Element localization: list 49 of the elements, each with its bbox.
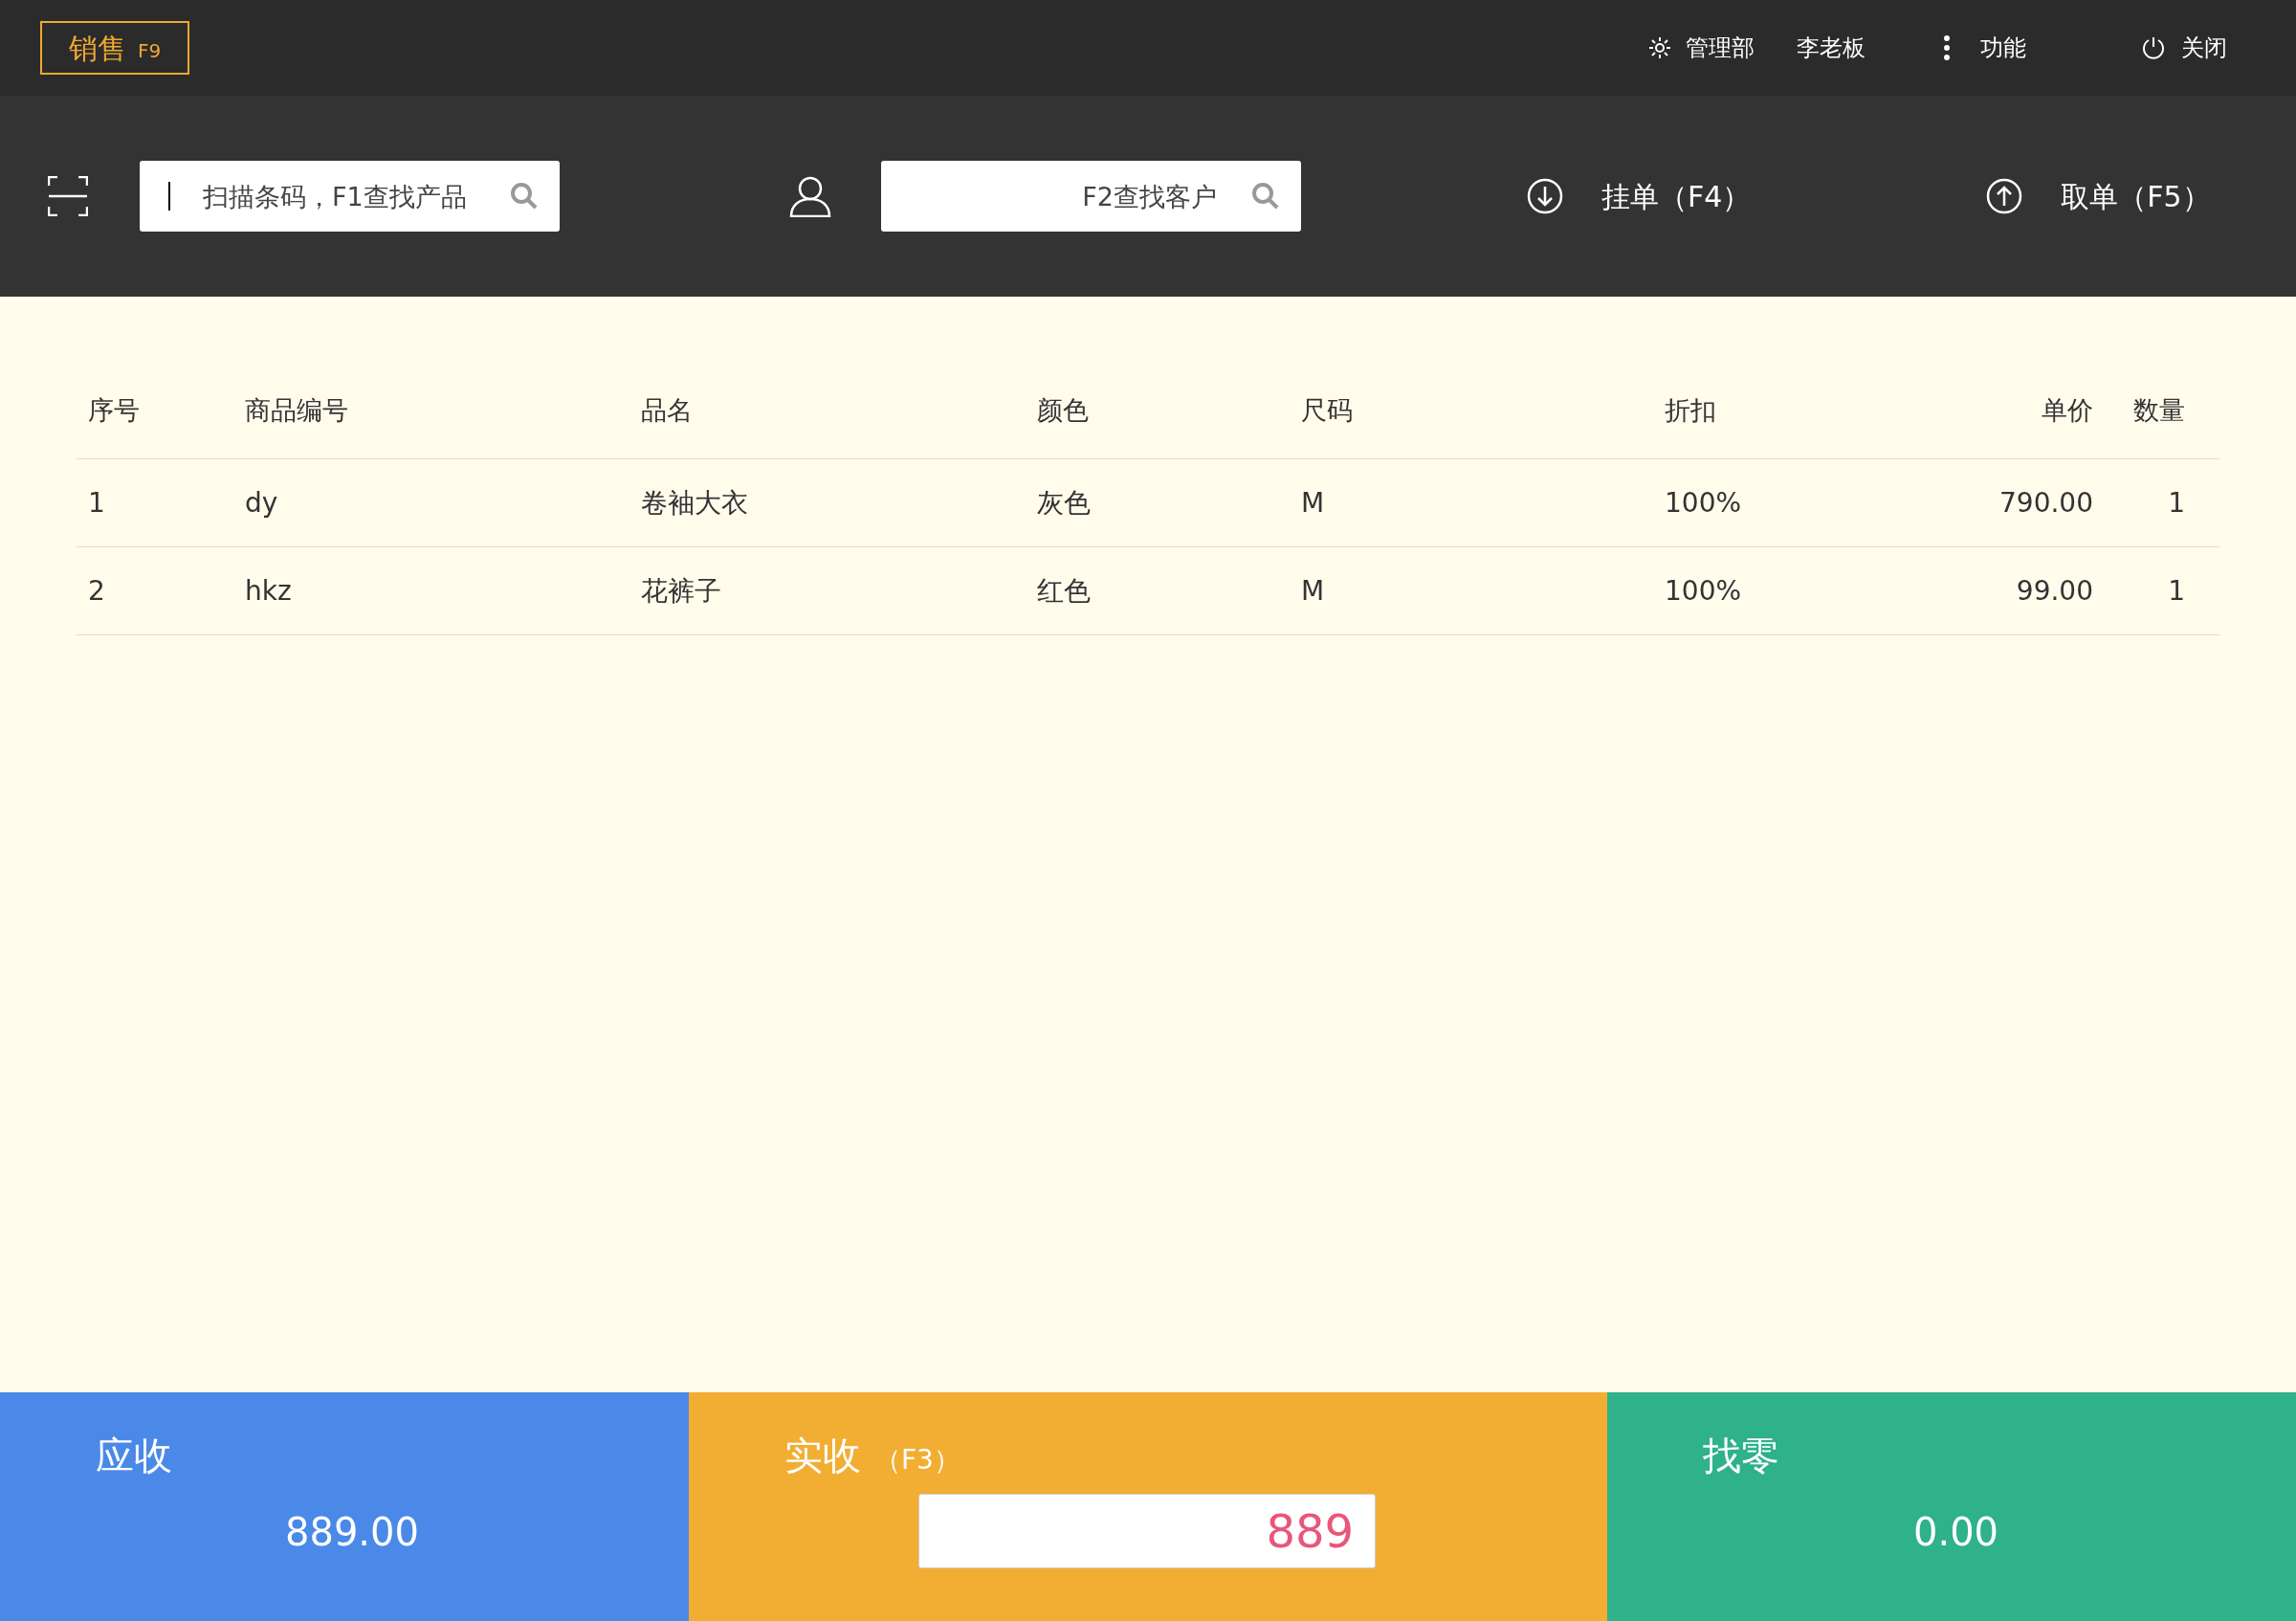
table-cell-text: hkz (244, 573, 293, 609)
column-header: 数量 (2132, 394, 2186, 428)
product-search-field[interactable]: 扫描条码，F1查找产品 (140, 161, 560, 232)
menu-item[interactable]: 关闭 (2141, 31, 2227, 65)
action-button[interactable]: 挂单（F4） (1527, 174, 1752, 218)
download-icon (1527, 178, 1563, 214)
scan-icon[interactable] (48, 176, 88, 216)
action-button[interactable]: 取单（F5） (1986, 174, 2211, 218)
total-label: 应收 (96, 1432, 172, 1479)
total-label: 找零 (1703, 1432, 1779, 1479)
table-cell-text: 2 (87, 573, 106, 609)
column-header: 商品编号 (244, 394, 349, 428)
table-cell-text: 1 (2167, 573, 2186, 609)
table-cell-text: 卷袖大衣 (640, 485, 749, 521)
column-header: 品名 (640, 394, 694, 428)
table-cell-text: 100% (1664, 485, 1743, 521)
menu-item[interactable]: 功能 (1942, 31, 2026, 65)
power-icon (2141, 35, 2166, 60)
menu-item[interactable]: 李老板 (1797, 31, 1866, 65)
table-cell-text: M (1300, 573, 1326, 609)
total-label: 实收 (784, 1432, 861, 1479)
column-header: 单价 (2041, 394, 2093, 428)
more-icon (1942, 34, 1952, 61)
table-cell-text: dy (244, 485, 279, 521)
person-icon[interactable] (789, 175, 831, 217)
column-header: 折扣 (1664, 394, 1717, 428)
upload-icon (1986, 178, 2023, 214)
customer-search-field[interactable]: F2查找客户 (881, 161, 1301, 232)
column-header: 尺码 (1300, 394, 1354, 428)
table-cell-text: M (1300, 485, 1326, 521)
amount-value: 0.00 (1912, 1509, 2000, 1556)
search-icon[interactable] (1251, 182, 1280, 211)
table-cell-text: 1 (87, 485, 106, 521)
text-cursor (168, 182, 170, 211)
amount-value: 889.00 (284, 1509, 420, 1556)
table-cell-text: 99.00 (2015, 573, 2093, 609)
search-icon[interactable] (510, 182, 539, 211)
menu-item[interactable]: 管理部 (1647, 31, 1755, 65)
column-header: 序号 (87, 394, 141, 428)
table-cell-text: 花裤子 (640, 573, 722, 609)
shortcut-label: （F3） (874, 1443, 960, 1477)
settings-icon (1647, 35, 1672, 60)
column-header: 颜色 (1036, 394, 1090, 428)
table-cell-text: 灰色 (1036, 485, 1092, 521)
table-cell-text: 790.00 (1998, 485, 2093, 521)
table-cell-text: 红色 (1036, 573, 1092, 609)
table-cell-text: 1 (2167, 485, 2186, 521)
table-cell-text: 100% (1664, 573, 1743, 609)
sales-tab[interactable]: 销售 F9 (40, 21, 190, 75)
